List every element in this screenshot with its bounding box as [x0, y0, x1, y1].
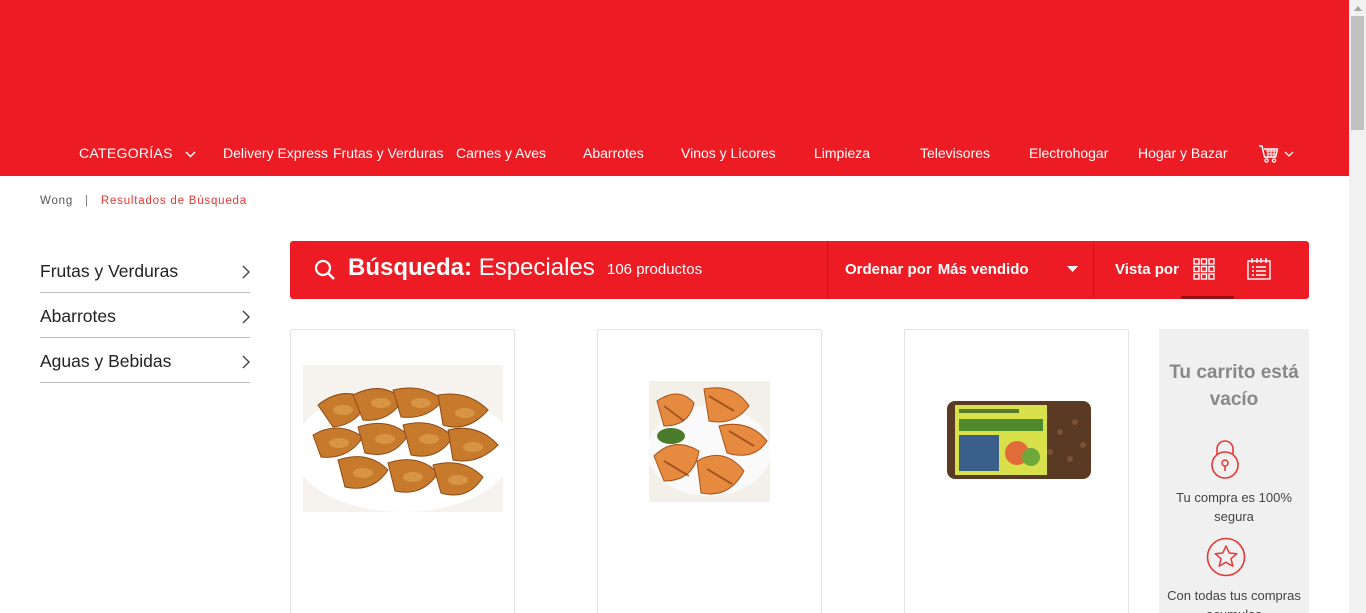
shopping-cart-icon — [1259, 144, 1279, 163]
breadcrumb-separator: | — [85, 195, 89, 207]
nav-item-vinos-licores[interactable]: Vinos y Licores — [681, 131, 776, 176]
sort-label: Ordenar por — [845, 261, 932, 278]
categories-menu[interactable]: CATEGORÍAS — [79, 131, 196, 176]
result-count: 106 productos — [607, 261, 703, 278]
sidebar-item-frutas-verduras[interactable]: Frutas y Verduras — [40, 248, 250, 293]
caret-down-icon[interactable] — [1067, 266, 1078, 272]
sidebar-item-abarrotes[interactable]: Abarrotes — [40, 293, 250, 338]
sidebar-item-label: Aguas y Bebidas — [40, 351, 172, 371]
nav-item-electrohogar[interactable]: Electrohogar — [1029, 131, 1108, 176]
product-card[interactable] — [290, 329, 515, 613]
nav-item-carnes-aves[interactable]: Carnes y Aves — [456, 131, 546, 176]
sidebar-item-label: Frutas y Verduras — [40, 261, 179, 281]
main-nav: CATEGORÍAS Delivery Express Frutas y Ver… — [0, 131, 1349, 176]
chevron-down-icon — [1284, 151, 1294, 157]
sort-value: Más vendido — [937, 261, 1029, 278]
points-text: Con todas tus compras acumulas — [1167, 588, 1301, 613]
breadcrumb: Wong | Resultados de Búsqueda — [40, 195, 247, 207]
secure-purchase-text: Tu compra es 100% segura — [1176, 490, 1292, 524]
nav-item-televisores[interactable]: Televisores — [920, 131, 990, 176]
lock-icon — [1211, 440, 1239, 479]
nav-item-abarrotes[interactable]: Abarrotes — [583, 131, 644, 176]
view-label: Vista por — [1115, 261, 1179, 278]
divider — [1093, 241, 1094, 299]
triangle-up-icon — [1353, 5, 1362, 11]
product-image-potato-wedges — [303, 365, 503, 512]
search-results-bar: Búsqueda: Especiales 106 productos Orden… — [290, 241, 1309, 299]
grid-view-icon[interactable] — [1193, 258, 1215, 280]
search-icon — [314, 259, 335, 280]
site-header: CATEGORÍAS Delivery Express Frutas y Ver… — [0, 0, 1349, 176]
search-term: Especiales — [478, 254, 595, 281]
nav-item-limpieza[interactable]: Limpieza — [814, 131, 870, 176]
product-card[interactable] — [597, 329, 822, 613]
search-title: Búsqueda: Especiales — [348, 254, 595, 281]
scrollbar-thumb[interactable] — [1351, 16, 1364, 130]
chevron-right-icon — [242, 355, 250, 368]
cart-empty-title: Tu carrito está vacío — [1169, 362, 1299, 410]
chevron-right-icon — [242, 265, 250, 278]
product-card[interactable] — [904, 329, 1129, 613]
nav-item-delivery-express[interactable]: Delivery Express — [223, 131, 328, 176]
star-icon — [1206, 537, 1246, 577]
nav-item-hogar-bazar[interactable]: Hogar y Bazar — [1138, 131, 1227, 176]
breadcrumb-home[interactable]: Wong — [40, 195, 73, 207]
product-image-whole-grain-bread — [947, 401, 1091, 479]
cart-button[interactable] — [1258, 131, 1294, 176]
chevron-right-icon — [242, 310, 250, 323]
breadcrumb-current: Resultados de Búsqueda — [100, 195, 247, 207]
category-sidebar: Frutas y Verduras Abarrotes Aguas y Bebi… — [40, 248, 250, 383]
mini-cart-panel: Tu carrito está vacío Tu compra es 100% … — [1159, 329, 1309, 613]
divider — [827, 241, 828, 299]
nav-item-frutas-verduras[interactable]: Frutas y Verduras — [333, 131, 444, 176]
sidebar-item-aguas-bebidas[interactable]: Aguas y Bebidas — [40, 338, 250, 383]
sort-dropdown[interactable]: Ordenar por Más vendido — [845, 261, 1029, 278]
active-view-indicator — [1181, 296, 1234, 299]
sidebar-item-label: Abarrotes — [40, 306, 116, 326]
list-view-icon[interactable] — [1247, 258, 1271, 280]
chevron-down-icon — [185, 151, 196, 158]
product-image-grilled-chicken — [649, 381, 770, 502]
scroll-up-button[interactable] — [1349, 0, 1366, 16]
